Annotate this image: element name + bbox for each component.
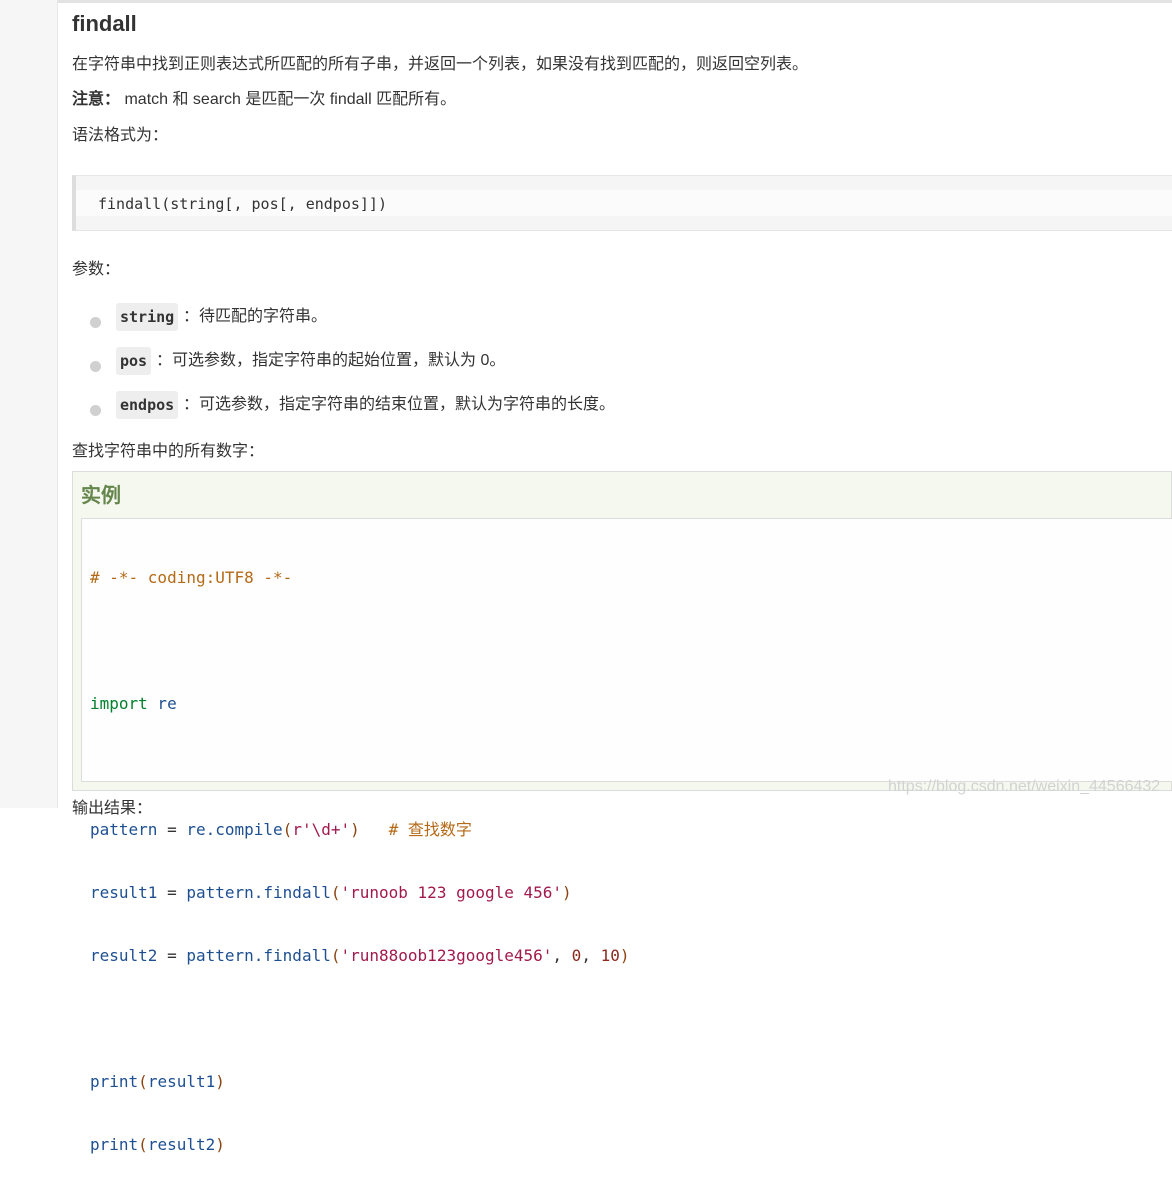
code-operator: = [157,820,187,839]
code-line: result1 = pattern.findall('runoob 123 go… [90,880,629,905]
watermark: https://blog.csdn.net/weixin_44566432 [888,778,1161,795]
code-variable: result1 [90,883,158,902]
example-box: 实例 # -*- coding:UTF8 -*- import re patte… [72,471,1172,1154]
code-comment: # -*- coding:UTF8 -*- [90,568,293,587]
param-description: ：待匹配的字符串。 [183,308,328,325]
code-separator: , [552,946,572,965]
code-call: pattern.findall [186,883,331,902]
code-paren: ) [215,1072,225,1091]
code-module: re [147,694,177,713]
description-paragraph: 在字符串中找到正则表达式所匹配的所有子串，并返回一个列表，如果没有找到匹配的，则… [72,56,809,73]
code-paren: ) [350,820,360,839]
example-title: 实例 [81,485,121,507]
code-string: 'run88oob123google456' [340,946,553,965]
code-comment: # 查找数字 [359,820,472,839]
code-variable: result2 [90,946,158,965]
example-code-panel[interactable]: # -*- coding:UTF8 -*- import re pattern … [81,518,1172,1154]
code-paren: ( [330,946,341,965]
output-heading-cut: 输出结果： [72,800,153,817]
code-string: r'\d+' [292,820,351,839]
code-separator: , [581,946,601,965]
code-number: 0 [571,946,582,965]
code-builtin: print [90,1072,139,1091]
note-label: 注意： [72,91,121,108]
bullet-icon [90,404,101,416]
code-argument: result1 [147,1072,216,1091]
code-paren: ( [330,883,341,902]
section-title: findall [72,11,137,36]
left-gutter [0,0,58,808]
code-paren: ) [619,946,630,965]
code-paren: ( [282,820,293,839]
code-number: 10 [600,946,620,965]
code-paren: ( [138,1072,148,1091]
code-call: re.compile [186,820,283,839]
code-line: result2 = pattern.findall('run88oob123go… [90,943,629,968]
code-keyword: import [90,694,148,713]
param-name: endpos [116,391,179,419]
top-divider [58,0,1172,3]
code-line: # -*- coding:UTF8 -*- [90,565,629,590]
code-call: pattern.findall [186,946,331,965]
code-line: print(result1) [90,1069,629,1094]
syntax-intro: 语法格式为： [72,127,169,144]
param-description: ：可选参数，指定字符串的起始位置，默认为 0。 [156,352,506,369]
code-line: print(result2) [90,1132,629,1157]
syntax-code-text: findall(string[, pos[, endpos]]) [98,195,387,213]
code-paren: ) [215,1135,225,1154]
param-name: pos [116,347,152,375]
code-string: 'runoob 123 google 456' [340,883,563,902]
note-paragraph: 注意： match 和 search 是匹配一次 findall 匹配所有。 [72,89,456,111]
param-description: ：可选参数，指定字符串的结束位置，默认为字符串的长度。 [183,396,616,413]
code-builtin: print [90,1135,139,1154]
params-heading: 参数： [72,261,121,278]
code-operator: = [157,883,187,902]
code-line: pattern = re.compile(r'\d+') # 查找数字 [90,817,629,842]
code-line: import re [90,691,629,716]
code-variable: pattern [90,820,158,839]
code-lines: # -*- coding:UTF8 -*- import re pattern … [90,527,629,1195]
code-argument: result2 [147,1135,216,1154]
bullet-icon [90,316,101,328]
code-paren: ) [562,883,572,902]
note-text: match 和 search 是匹配一次 findall 匹配所有。 [120,91,457,108]
param-name: string [116,303,179,331]
code-operator: = [157,946,187,965]
code-paren: ( [138,1135,148,1154]
example-intro: 查找字符串中的所有数字： [72,443,265,460]
syntax-code-block: findall(string[, pos[, endpos]]) [72,175,1172,231]
bullet-icon [90,360,101,372]
